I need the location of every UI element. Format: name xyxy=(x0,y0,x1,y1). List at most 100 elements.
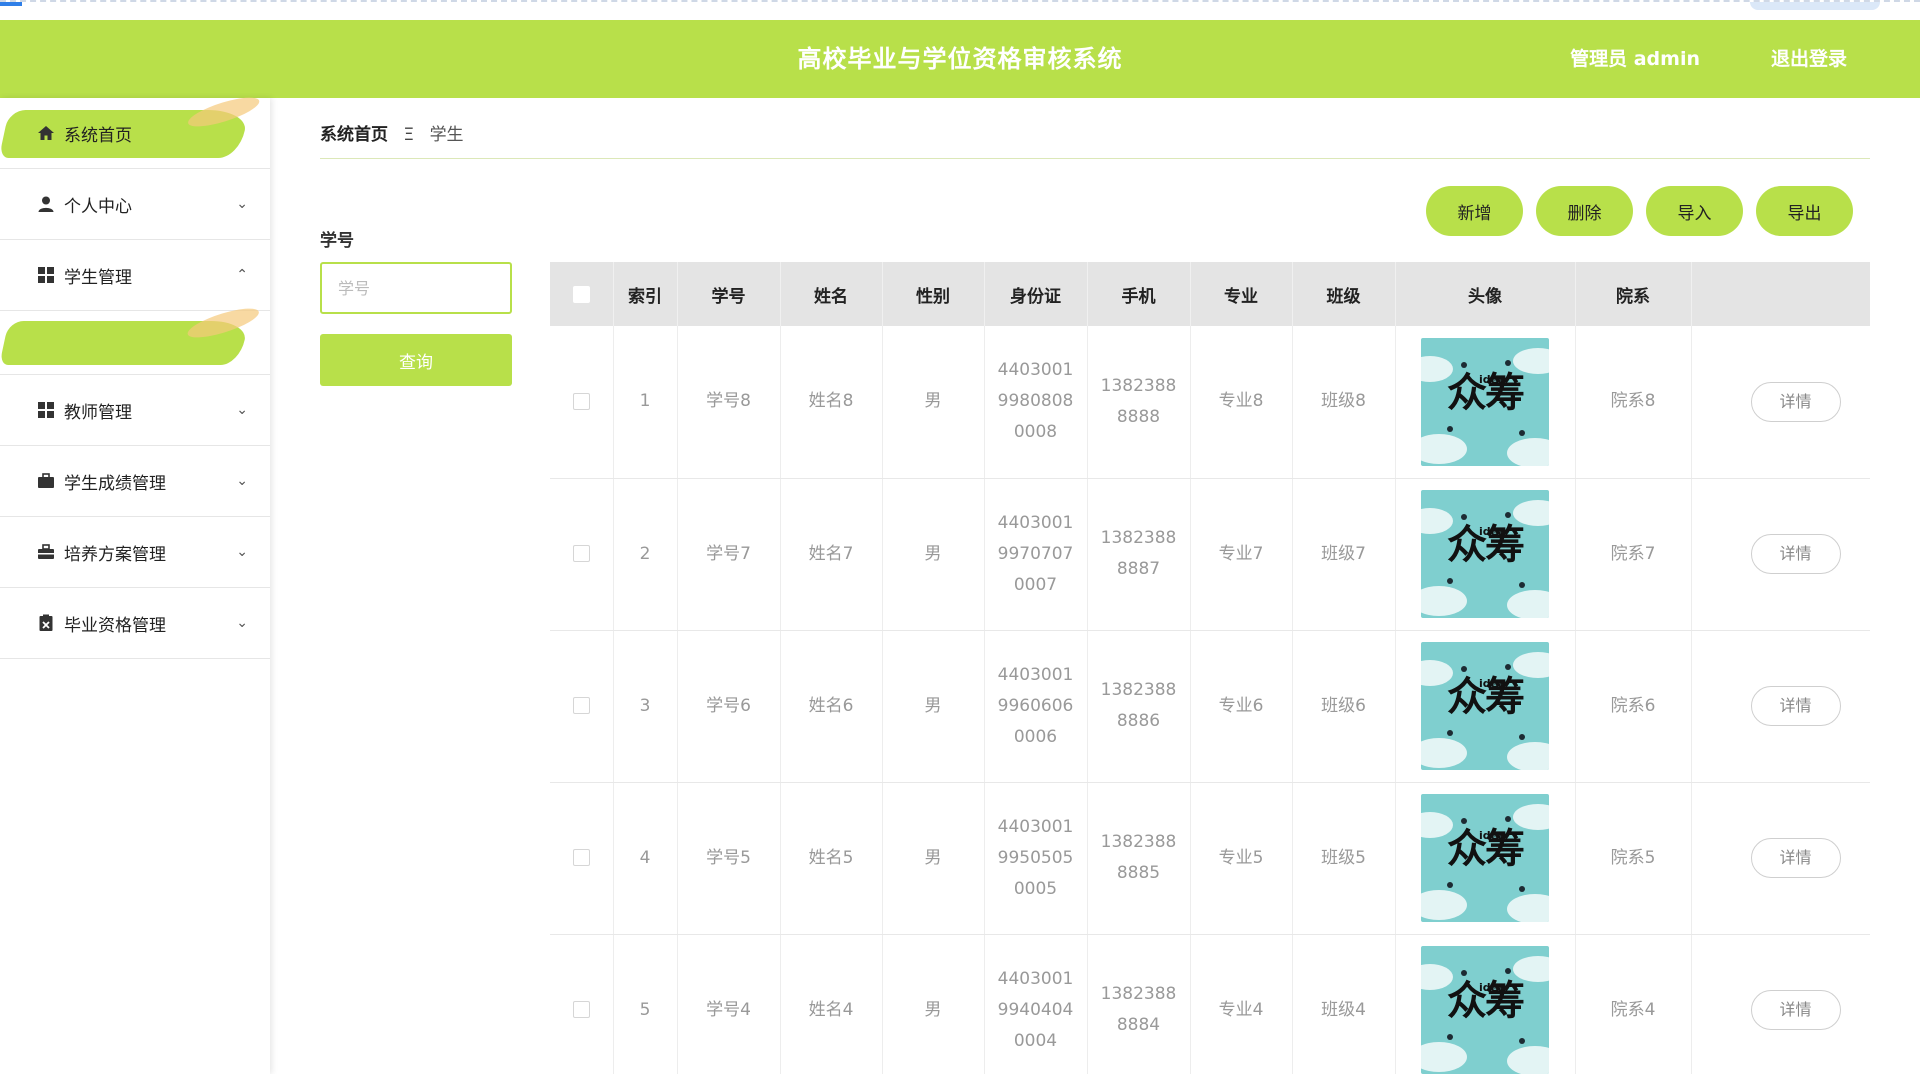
browser-top-strip xyxy=(0,0,1920,20)
column-header: 头像 xyxy=(1395,262,1576,326)
table-row: 4 学号5 姓名5 男 4403001 9950505 0005 1382388 8885 专业5… xyxy=(550,782,1870,935)
breadcrumb-home[interactable]: 系统首页 xyxy=(320,125,388,145)
major-cell: 专业4 xyxy=(1190,934,1293,1074)
search-button[interactable]: 查询 xyxy=(320,334,512,386)
sidebar-item-score-management[interactable]: 学生成绩管理 ⌄ xyxy=(0,446,270,517)
progress-indicator xyxy=(0,2,22,6)
column-header: 姓名 xyxy=(780,262,883,326)
class-cell: 班级5 xyxy=(1292,782,1396,935)
column-header: 索引 xyxy=(613,262,678,326)
phone-part: 1382388 xyxy=(1100,984,1177,1004)
student-id-cell: 学号4 xyxy=(677,934,781,1074)
column-header: 手机 xyxy=(1087,262,1191,326)
class-cell: 班级6 xyxy=(1292,630,1396,783)
add-button[interactable]: 新增 xyxy=(1426,186,1523,236)
column-header: 院系 xyxy=(1575,262,1692,326)
column-header: 性别 xyxy=(882,262,985,326)
student-id-cell: 学号6 xyxy=(677,630,781,783)
detail-button[interactable]: 详情 xyxy=(1750,534,1841,574)
column-header: 班级 xyxy=(1292,262,1396,326)
import-button[interactable]: 导入 xyxy=(1646,186,1743,236)
student-id-cell: 学号8 xyxy=(677,326,781,479)
sidebar-item-training-plan[interactable]: 培养方案管理 ⌄ xyxy=(0,517,270,588)
class-cell: 班级4 xyxy=(1292,934,1396,1074)
sidebar-item-home[interactable]: 系统首页 xyxy=(0,98,270,169)
row-select-cell xyxy=(550,630,614,783)
sidebar-item-student-management[interactable]: 学生管理 ⌃ xyxy=(0,240,270,311)
logout-link[interactable]: 退出登录 xyxy=(1771,20,1847,98)
index-cell: 2 xyxy=(613,478,678,631)
export-button[interactable]: 导出 xyxy=(1756,186,1853,236)
id-card-cell: 4403001 9980808 0008 xyxy=(984,326,1088,479)
class-cell: 班级7 xyxy=(1292,478,1396,631)
phone-part: 8887 xyxy=(1116,559,1161,579)
phone-part: 8885 xyxy=(1116,863,1161,883)
chevron-down-icon: ⌄ xyxy=(236,196,248,212)
department-cell: 院系8 xyxy=(1575,326,1692,479)
phone-cell: 1382388 8887 xyxy=(1087,478,1191,631)
id-card-part: 9980808 xyxy=(997,391,1074,412)
row-checkbox[interactable] xyxy=(572,392,590,410)
gender-cell: 男 xyxy=(882,782,985,935)
phone-cell: 1382388 8884 xyxy=(1087,934,1191,1074)
sidebar-item-label: 个人中心 xyxy=(64,196,132,217)
top-pill-decoration xyxy=(1750,2,1880,10)
name-cell: 姓名5 xyxy=(780,782,883,935)
select-all-cell xyxy=(550,262,614,326)
admin-label: 管理员 admin xyxy=(1570,48,1700,70)
actions-column-header xyxy=(1691,262,1870,326)
row-checkbox[interactable] xyxy=(572,1001,590,1018)
breadcrumb: 系统首页 Ξ 学生 xyxy=(320,120,464,145)
id-card-part: 0006 xyxy=(1013,726,1058,747)
row-checkbox[interactable] xyxy=(572,849,590,866)
detail-button[interactable]: 详情 xyxy=(1750,381,1841,422)
detail-button[interactable]: 详情 xyxy=(1750,838,1841,878)
phone-cell: 1382388 8888 xyxy=(1087,326,1191,479)
row-checkbox[interactable] xyxy=(572,545,590,562)
name-cell: 姓名4 xyxy=(780,934,883,1074)
department-cell: 院系5 xyxy=(1575,782,1692,935)
user-icon xyxy=(36,194,56,214)
major-cell: 专业7 xyxy=(1190,478,1293,631)
detail-button[interactable]: 详情 xyxy=(1750,686,1841,726)
phone-part: 1382388 xyxy=(1100,680,1177,700)
actions-cell: 详情 xyxy=(1691,630,1870,783)
major-cell: 专业8 xyxy=(1190,326,1293,479)
briefcase-icon xyxy=(36,471,56,491)
index-cell: 5 xyxy=(613,934,678,1074)
id-card-part: 9960606 xyxy=(997,695,1074,716)
row-checkbox[interactable] xyxy=(572,697,590,714)
actions-cell: 详情 xyxy=(1691,782,1870,935)
sidebar: 系统首页 个人中心 ⌄ 学生管理 ⌃ 学生 教师管理 ⌄ 学生成绩管理 ⌄ xyxy=(0,98,270,1074)
row-select-cell xyxy=(550,478,614,631)
student-id-cell: 学号7 xyxy=(677,478,781,631)
select-all-checkbox[interactable] xyxy=(572,285,590,303)
student-table: 索引 学号 姓名 性别 身份证 手机 专业 班级 头像 院系 1 学号8 姓名8 男 4… xyxy=(550,262,1870,1074)
avatar-cell: idea 众筹 xyxy=(1395,326,1576,479)
breadcrumb-separator: Ξ xyxy=(403,125,415,145)
department-cell: 院系6 xyxy=(1575,630,1692,783)
table-body: 1 学号8 姓名8 男 4403001 9980808 0008 1382388 8888 专业8… xyxy=(550,326,1870,1074)
student-id-search-input[interactable] xyxy=(320,262,512,314)
student-id-cell: 学号5 xyxy=(677,782,781,935)
detail-button[interactable]: 详情 xyxy=(1750,990,1841,1030)
avatar-cell: idea 众筹 xyxy=(1395,934,1576,1074)
sidebar-item-graduation-qualification[interactable]: 毕业资格管理 ⌄ xyxy=(0,588,270,659)
gender-cell: 男 xyxy=(882,630,985,783)
home-icon xyxy=(36,123,56,143)
column-header: 身份证 xyxy=(984,262,1088,326)
id-card-part: 9940404 xyxy=(997,999,1074,1020)
sidebar-item-teacher-management[interactable]: 教师管理 ⌄ xyxy=(0,375,270,446)
sidebar-subitem-student[interactable]: 学生 xyxy=(0,311,270,375)
sidebar-item-label: 教师管理 xyxy=(64,402,132,423)
sidebar-item-label: 学生管理 xyxy=(64,267,132,288)
toolbox-icon xyxy=(36,542,56,562)
sidebar-item-personal-center[interactable]: 个人中心 ⌄ xyxy=(0,169,270,240)
phone-part: 1382388 xyxy=(1100,375,1177,396)
chevron-down-icon: ⌄ xyxy=(236,544,248,560)
delete-button[interactable]: 删除 xyxy=(1536,186,1633,236)
avatar-text: 众筹 xyxy=(1447,826,1525,872)
sidebar-item-label: 系统首页 xyxy=(64,125,132,146)
department-cell: 院系4 xyxy=(1575,934,1692,1074)
avatar-text: 众筹 xyxy=(1447,369,1525,416)
